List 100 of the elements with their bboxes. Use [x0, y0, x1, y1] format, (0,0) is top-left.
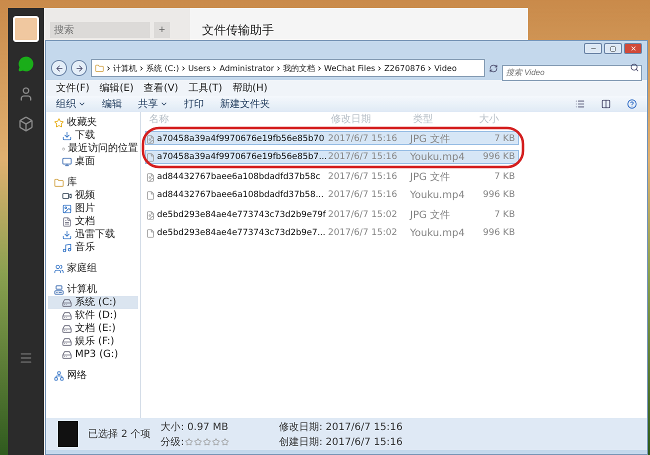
created-date: 创建日期: 2017/6/7 15:16: [279, 436, 403, 448]
nav-item[interactable]: 计算机: [48, 283, 138, 296]
size-cell-text: 996 KB: [482, 228, 516, 238]
separator-icon: [211, 64, 218, 72]
file-row[interactable]: de5bd293e84ae4e773743c73d2b9e7... 2017/6/7 15:02 Youku.mp4 996 KB: [145, 226, 519, 240]
nav-item[interactable]: 最近访问的位置: [48, 142, 138, 155]
date-cell-text: 2017/6/7 15:16: [328, 152, 398, 162]
nav-item[interactable]: 娱乐 (F:): [48, 335, 138, 348]
menu-item[interactable]: 工具(T): [188, 81, 222, 95]
breadcrumb-item[interactable]: 系统 (C:): [146, 62, 180, 74]
nav-item[interactable]: 系统 (C:): [48, 296, 138, 309]
nav-item[interactable]: 库: [48, 176, 138, 189]
nav-item[interactable]: 下载: [48, 129, 138, 142]
refresh-icon[interactable]: [489, 64, 498, 72]
computer-icon: [54, 284, 64, 294]
cube-icon[interactable]: [18, 116, 34, 132]
breadcrumb-item[interactable]: 计算机: [113, 62, 137, 74]
preview-pane-icon[interactable]: [601, 99, 611, 109]
caret-icon: [78, 100, 86, 108]
nav-item[interactable]: 音乐: [48, 241, 138, 254]
users-icon: [54, 264, 64, 274]
date-cell-text: 2017/6/7 15:02: [328, 228, 398, 238]
star-icon[interactable]: [194, 438, 202, 446]
file-row[interactable]: ad84432767baee6a108bdadfd37b58c 2017/6/7 15:16 JPG 文件 7 KB: [145, 169, 519, 183]
video-icon: [62, 190, 72, 200]
nav-item[interactable]: 迅雷下载: [48, 228, 138, 241]
menu-icon[interactable]: [19, 351, 33, 365]
file-name: ad84432767baee6a108bdadfd37b58...: [146, 190, 328, 200]
breadcrumb-item[interactable]: Video: [434, 64, 457, 72]
toolbar-button[interactable]: 共享: [138, 97, 168, 111]
file-row[interactable]: a70458a39a4f9970676e19fb56e85b70 2017/6/7 15:16 JPG 文件 7 KB: [145, 131, 519, 145]
star-icon[interactable]: [221, 438, 230, 446]
rating-stars[interactable]: 分级:: [160, 434, 230, 448]
breadcrumb-item[interactable]: Administrator: [219, 64, 274, 72]
separator-icon: [316, 64, 324, 72]
breadcrumb-item[interactable]: Z2670876: [384, 64, 426, 72]
back-button[interactable]: [51, 60, 67, 76]
star-icon[interactable]: [185, 438, 194, 446]
menu-item[interactable]: 文件(F): [56, 81, 90, 95]
toolbar-button[interactable]: 新建文件夹: [220, 97, 270, 111]
breadcrumb-item[interactable]: 我的文档: [283, 62, 316, 74]
type-cell-text: JPG 文件: [410, 132, 451, 146]
forward-button[interactable]: [71, 60, 87, 76]
search-icon[interactable]: [630, 63, 639, 72]
download-icon: [62, 130, 72, 140]
nav-item[interactable]: 软件 (D:): [48, 309, 138, 322]
address-bar[interactable]: 计算机 系统 (C:) Users Administrator 我的文档 WeChat Files Z2670876 Video: [91, 59, 485, 77]
star-icon[interactable]: [203, 438, 212, 446]
file-icon: [146, 228, 155, 238]
nav-item[interactable]: 收藏夹: [48, 116, 138, 129]
caret-icon: [160, 100, 168, 108]
date-cell-text: 2017/6/7 15:16: [328, 190, 398, 200]
maximize-icon: [610, 46, 616, 52]
help-icon[interactable]: [627, 99, 637, 109]
file-name: a70458a39a4f9970676e19fb56e85b70: [146, 134, 328, 144]
nav-item[interactable]: 文档: [48, 215, 138, 228]
menu-item[interactable]: 帮助(H): [232, 81, 268, 95]
breadcrumb-item[interactable]: Users: [188, 64, 210, 72]
nav-item[interactable]: 图片: [48, 202, 138, 215]
search-field[interactable]: 搜索 Video: [502, 64, 642, 80]
menu-item[interactable]: 查看(V): [144, 81, 178, 95]
add-button[interactable]: +: [154, 22, 170, 38]
image-icon: [62, 204, 72, 214]
nav-item[interactable]: 网络: [48, 369, 138, 382]
nav-item[interactable]: 桌面: [48, 155, 138, 168]
size-cell-text: 7 KB: [493, 134, 516, 144]
thumbnail-placeholder: [58, 421, 78, 447]
nav-item[interactable]: 文档 (E:): [48, 322, 138, 335]
monitor-icon: [62, 156, 72, 166]
toolbar-button[interactable]: 编辑: [102, 97, 122, 111]
separator-icon: [426, 64, 434, 72]
music-icon: [62, 242, 72, 252]
chat-icon[interactable]: [18, 56, 34, 72]
type-cell-text: JPG 文件: [410, 170, 451, 184]
view-icon[interactable]: [575, 99, 585, 109]
star-icon[interactable]: [212, 438, 220, 446]
folder-icon: [54, 178, 64, 188]
separator-icon: [180, 64, 188, 72]
file-icon: [146, 152, 155, 162]
toolbar-button[interactable]: 组织: [56, 97, 86, 111]
date-cell-text: 2017/6/7 15:16: [328, 134, 398, 144]
size-cell-text: 996 KB: [482, 152, 516, 162]
maximize-button[interactable]: [604, 43, 622, 54]
image-file-icon: [146, 172, 155, 182]
rating-label: 分级:: [160, 436, 184, 448]
modified-date: 修改日期: 2017/6/7 15:16: [279, 420, 403, 434]
toolbar-button[interactable]: 打印: [184, 97, 204, 111]
size-text: 大小: 0.97 MB: [160, 420, 230, 434]
nav-item[interactable]: 家庭组: [48, 262, 138, 275]
file-name: ad84432767baee6a108bdadfd37b58c: [146, 172, 328, 182]
search-field[interactable]: 搜索: [50, 22, 150, 38]
contacts-icon[interactable]: [18, 86, 34, 102]
menu-item[interactable]: 编辑(E): [100, 81, 134, 95]
breadcrumb-item[interactable]: WeChat Files: [324, 64, 376, 72]
type-cell-text: Youku.mp4: [410, 152, 466, 162]
nav-item[interactable]: 视频: [48, 189, 138, 202]
file-row[interactable]: de5bd293e84ae4e773743c73d2b9e79f 2017/6/7 15:02 JPG 文件 7 KB: [145, 207, 519, 221]
file-row[interactable]: ad84432767baee6a108bdadfd37b58... 2017/6/7 15:16 Youku.mp4 996 KB: [145, 188, 519, 202]
file-row[interactable]: a70458a39a4f9970676e19fb56e85b7...2017/6/7 15:16 Youku.mp4 996 KB: [145, 150, 519, 164]
nav-item[interactable]: MP3 (G:): [48, 348, 138, 361]
